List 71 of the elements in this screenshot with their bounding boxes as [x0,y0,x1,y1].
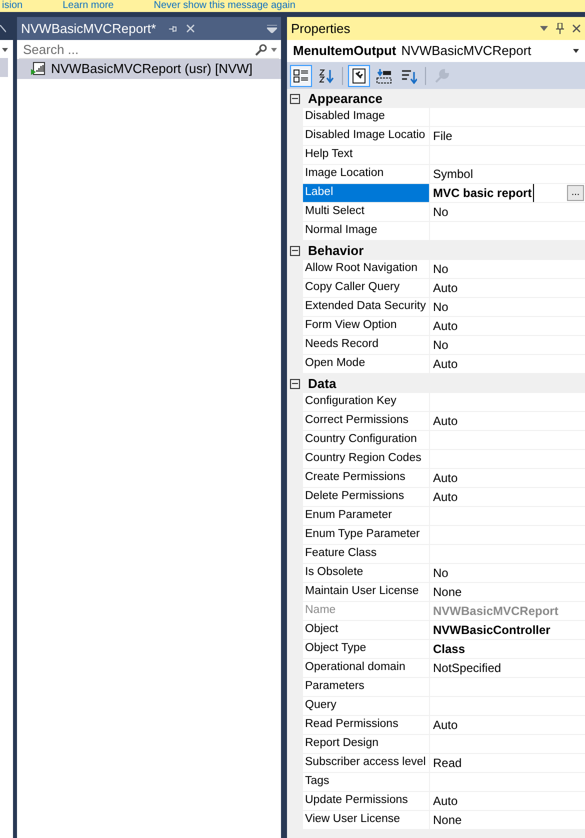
property-name[interactable]: Object Type [303,640,430,658]
property-name[interactable]: Extended Data Security [303,298,430,316]
property-value: Auto [433,356,458,373]
property-value: Auto [433,413,458,430]
property-name[interactable]: Create Permissions [303,469,430,487]
property-value: File [433,128,452,145]
property-value: No [433,261,448,278]
tab-title: NVWBasicMVCReport* [21,20,156,38]
property-value: No [433,299,448,316]
property-name[interactable]: Update Permissions [303,792,430,810]
property-value: Read [433,755,462,772]
property-value: Class [433,641,466,658]
panel-title: Properties [291,20,350,38]
report-icon [31,62,45,76]
property-value: Auto [433,470,458,487]
property-value: Auto [433,318,458,335]
info-link[interactable]: Never show this message again [154,0,296,12]
property-name[interactable]: Label [303,184,430,202]
property-name[interactable]: Delete Permissions [303,488,430,506]
search-icon[interactable] [255,44,267,56]
caret-icon[interactable] [2,48,8,52]
category-label: Appearance [308,90,382,108]
property-name[interactable]: Is Obsolete [303,564,430,582]
property-name[interactable]: Subscriber access level [303,754,430,772]
property-value: Symbol [433,166,474,183]
info-link[interactable]: Learn more [62,0,114,12]
property-name[interactable]: Needs Record [303,336,430,354]
value-field[interactable]: MVC basic report [433,184,534,202]
property-name[interactable]: Open Mode [303,355,430,373]
document-tab[interactable]: NVWBasicMVCReport* [17,17,281,40]
categorized-button[interactable] [290,64,312,86]
property-pages-button[interactable] [348,64,370,86]
property-value: Auto [433,280,458,297]
property-value: None [433,812,462,829]
property-value: No [433,204,448,221]
property-value: None [433,584,462,601]
property-name[interactable]: Object [303,621,430,639]
property-value: NVWBasicMVCReport [433,603,558,620]
property-name[interactable]: Multi Select [303,203,430,221]
property-name[interactable]: Maintain User License [303,583,430,601]
property-value: NVWBasicController [433,622,550,639]
property-name[interactable]: Image Location [303,165,430,183]
object-selector[interactable]: MenuItemOutput NVWBasicMVCReport [287,40,585,62]
property-name[interactable]: Form View Option [303,317,430,335]
dropdown-icon[interactable] [267,24,277,32]
dropdown-icon[interactable] [540,26,548,31]
property-name[interactable]: Copy Caller Query [303,279,430,297]
property-name[interactable]: Allow Root Navigation [303,260,430,278]
selected-row [0,58,8,77]
pin-icon[interactable] [556,23,564,34]
category-label: Behavior [308,242,364,260]
property-value: No [433,337,448,354]
property-name[interactable]: Correct Permissions [303,412,430,430]
property-name[interactable]: View User License [303,811,430,829]
property-name[interactable]: Disabled Image Locatio [303,127,430,145]
property-value: Auto [433,489,458,506]
property-value: Auto [433,717,458,734]
ellipsis-button[interactable]: ... [567,185,584,201]
info-text: ision [2,0,23,12]
collapse-toggle[interactable] [290,94,300,104]
collapse-toggle[interactable] [290,378,300,388]
property-value: NotSpecified [433,660,502,677]
search-field[interactable]: Search ... [23,40,255,60]
collapse-toggle[interactable] [290,246,300,256]
category-label: Data [308,374,336,393]
property-value: No [433,565,448,582]
property-name[interactable]: Read Permissions [303,716,430,734]
property-name[interactable]: Operational domain [303,659,430,677]
caret-icon[interactable] [573,49,579,53]
tree-item[interactable]: NVWBasicMVCReport (usr) [NVW] [17,59,281,79]
property-value: Auto [433,793,458,810]
